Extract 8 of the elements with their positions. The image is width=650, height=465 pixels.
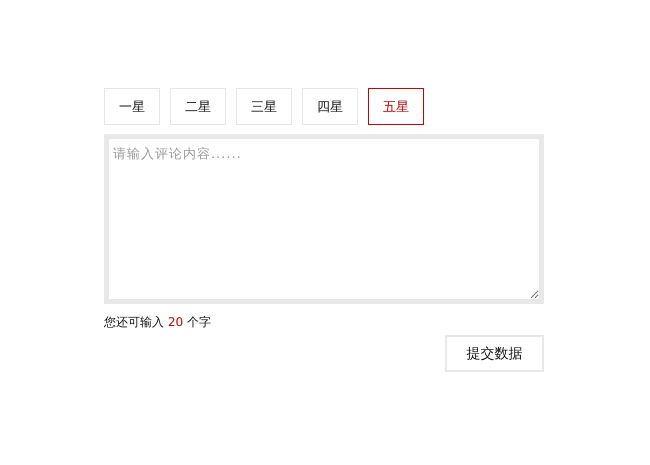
- comment-field[interactable]: 请输入评论内容......: [104, 134, 544, 304]
- submit-button[interactable]: 提交数据: [445, 335, 544, 372]
- rating-tab[interactable]: 二星: [170, 88, 226, 125]
- char-counter: 您还可输入 20 个字: [104, 314, 212, 331]
- rating-tab[interactable]: 三星: [236, 88, 292, 125]
- rating-tab[interactable]: 四星: [302, 88, 358, 125]
- rating-tab[interactable]: 一星: [104, 88, 160, 125]
- rating-tab[interactable]: 五星: [368, 88, 424, 125]
